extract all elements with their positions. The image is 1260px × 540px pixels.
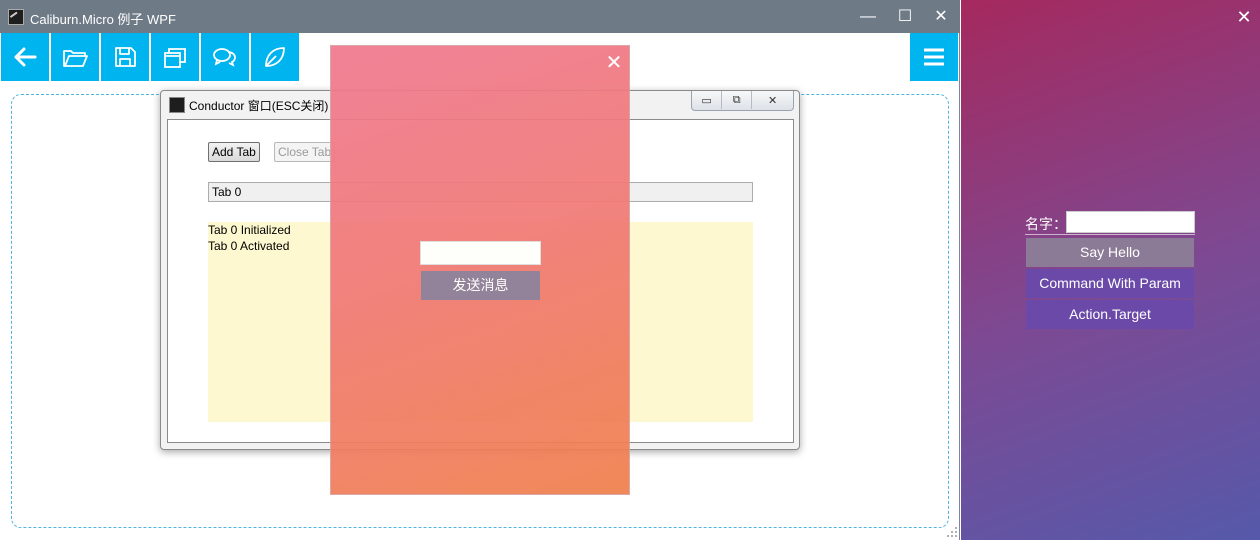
side-close-button[interactable]: ✕ xyxy=(1233,6,1255,28)
window-title: Caliburn.Micro 例子 WPF xyxy=(30,12,176,27)
command-with-param-button[interactable]: Command With Param xyxy=(1026,269,1194,298)
message-input[interactable] xyxy=(420,241,541,265)
conductor-app-icon xyxy=(169,97,185,113)
save-icon xyxy=(115,47,136,67)
name-divider xyxy=(1025,234,1195,235)
send-message-button[interactable]: 发送消息 xyxy=(421,271,540,300)
close-tab-button[interactable]: Close Tab xyxy=(274,142,336,162)
message-popup: ✕ 发送消息 xyxy=(330,45,630,495)
conductor-window-controls: ▭ ⧉ ✕ xyxy=(691,91,794,111)
hamburger-menu-icon xyxy=(924,48,944,66)
title-bar[interactable]: Caliburn.Micro 例子 WPF — ☐ ✕ xyxy=(0,0,960,33)
windows-button[interactable] xyxy=(151,33,199,81)
app-icon xyxy=(8,9,24,25)
conductor-title: Conductor 窗口(ESC关闭) xyxy=(189,99,329,113)
popup-close-button[interactable]: ✕ xyxy=(603,52,625,74)
conductor-maximize-button[interactable]: ⧉ xyxy=(722,91,753,109)
add-tab-button[interactable]: Add Tab xyxy=(208,142,260,162)
conductor-close-button[interactable]: ✕ xyxy=(752,91,793,109)
action-target-button[interactable]: Action.Target xyxy=(1026,300,1194,329)
save-button[interactable] xyxy=(101,33,149,81)
menu-button[interactable] xyxy=(910,33,958,81)
conductor-minimize-button[interactable]: ▭ xyxy=(692,91,723,109)
windows-icon xyxy=(164,48,186,68)
name-label: 名字： xyxy=(1025,216,1067,232)
open-folder-icon xyxy=(63,50,88,67)
back-button[interactable] xyxy=(1,33,49,81)
back-arrow-icon xyxy=(14,47,37,67)
maximize-button[interactable]: ☐ xyxy=(887,0,923,33)
say-hello-button[interactable]: Say Hello xyxy=(1026,238,1194,267)
side-window: ✕ 名字： Say Hello Command With Param Actio… xyxy=(961,0,1260,540)
resize-grip-icon[interactable] xyxy=(946,526,958,538)
minimize-button[interactable]: — xyxy=(850,0,886,33)
open-button[interactable] xyxy=(51,33,99,81)
chat-icon xyxy=(213,48,236,67)
close-button[interactable]: ✕ xyxy=(923,0,959,33)
chat-button[interactable] xyxy=(201,33,249,81)
leaf-icon xyxy=(265,47,285,67)
leaf-button[interactable] xyxy=(251,33,299,81)
name-input[interactable] xyxy=(1066,211,1195,233)
